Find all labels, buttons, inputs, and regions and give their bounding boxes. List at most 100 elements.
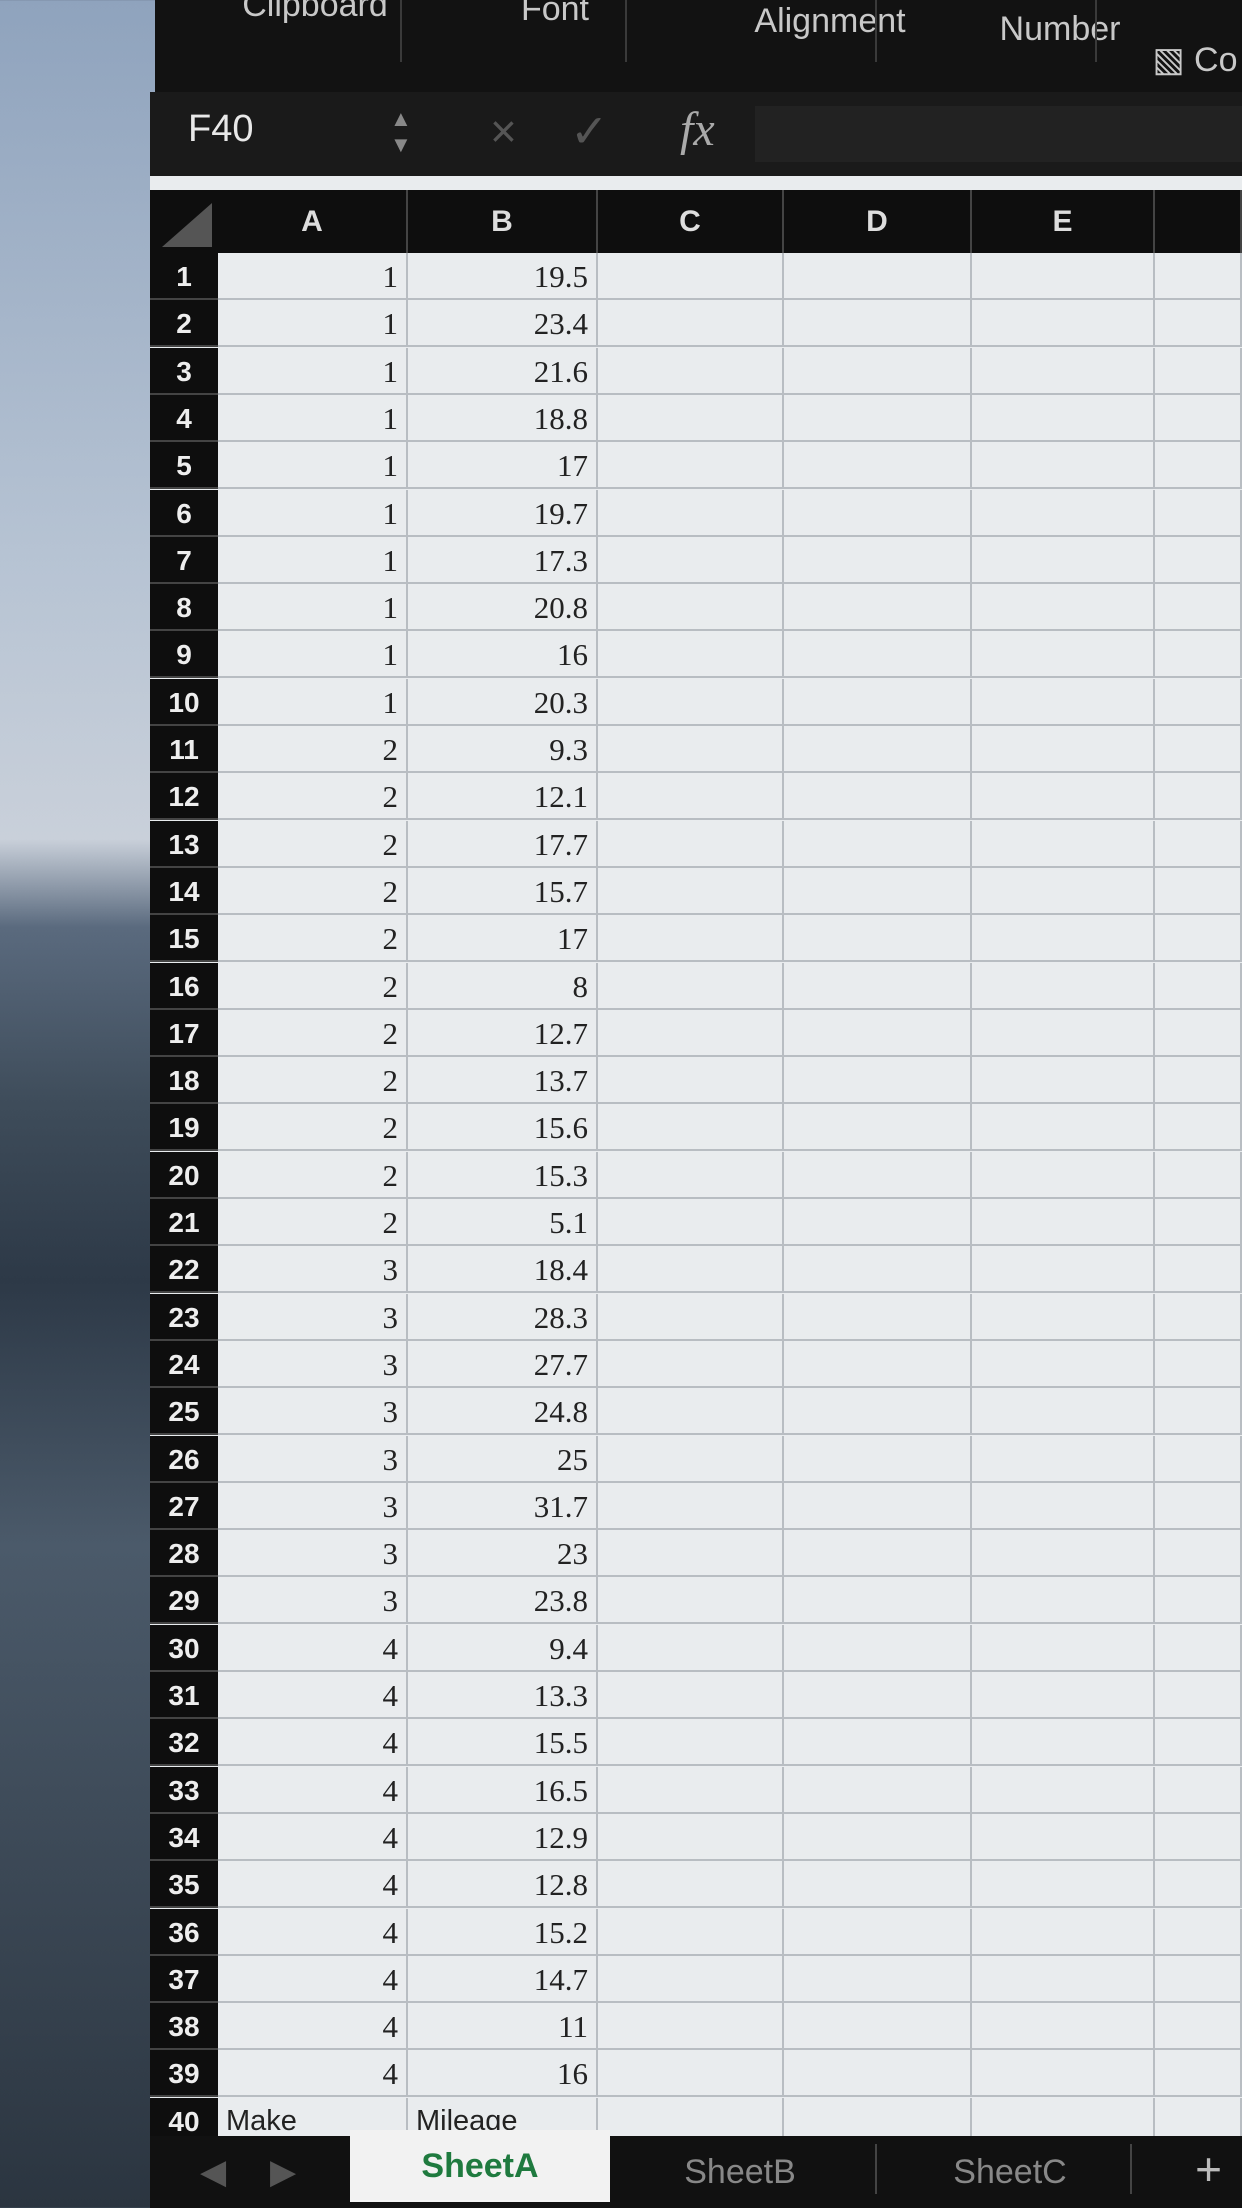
cell[interactable]	[972, 1482, 1155, 1530]
row-header[interactable]: 22	[150, 1246, 218, 1294]
cell[interactable]	[1155, 1151, 1242, 1199]
cell[interactable]	[598, 915, 784, 963]
tab-sheet-c[interactable]: SheetC	[880, 2136, 1140, 2208]
cell[interactable]	[1155, 1672, 1242, 1719]
cell[interactable]	[598, 1530, 784, 1578]
cell[interactable]	[1155, 489, 1242, 537]
cell[interactable]: 20.3	[408, 678, 598, 726]
cell[interactable]	[1155, 1009, 1242, 1057]
cell[interactable]: 3	[218, 1530, 408, 1578]
cell[interactable]	[784, 1766, 972, 1814]
row-header[interactable]: 14	[150, 867, 218, 915]
cell[interactable]	[598, 347, 784, 395]
cell[interactable]	[972, 1861, 1155, 1909]
cell[interactable]	[598, 1719, 784, 1767]
cell[interactable]	[972, 1766, 1155, 1814]
cell[interactable]	[1155, 631, 1242, 679]
cell[interactable]	[972, 678, 1155, 726]
cell[interactable]	[784, 1955, 972, 2003]
cell[interactable]	[598, 820, 784, 868]
cell[interactable]	[972, 1104, 1155, 1152]
cell[interactable]: 17	[408, 915, 598, 963]
cell[interactable]	[972, 1199, 1155, 1246]
cell[interactable]: 12.8	[408, 1861, 598, 1909]
cell[interactable]	[1155, 867, 1242, 915]
column-header-c[interactable]: C	[598, 190, 784, 253]
cell[interactable]	[1155, 1955, 1242, 2003]
row-header[interactable]: 19	[150, 1104, 218, 1152]
cell[interactable]	[784, 2050, 972, 2098]
row-header[interactable]: 18	[150, 1057, 218, 1105]
cell[interactable]	[972, 253, 1155, 300]
cell[interactable]: 31.7	[408, 1482, 598, 1530]
cell[interactable]: 13.3	[408, 1672, 598, 1719]
cell[interactable]	[972, 726, 1155, 773]
cell[interactable]	[1155, 1861, 1242, 1909]
cell[interactable]	[784, 442, 972, 490]
cell[interactable]	[784, 1530, 972, 1578]
cell[interactable]	[784, 915, 972, 963]
cell[interactable]	[972, 347, 1155, 395]
cell[interactable]	[972, 2003, 1155, 2051]
cell[interactable]: 28.3	[408, 1293, 598, 1341]
cell[interactable]	[972, 1624, 1155, 1672]
cell[interactable]	[1155, 678, 1242, 726]
row-header[interactable]: 31	[150, 1672, 218, 1719]
name-box[interactable]: F40	[188, 108, 253, 151]
cell[interactable]: 2	[218, 1199, 408, 1246]
cell[interactable]: 17.7	[408, 820, 598, 868]
cell[interactable]: 15.3	[408, 1151, 598, 1199]
cell[interactable]	[784, 1719, 972, 1767]
cell[interactable]: 3	[218, 1246, 408, 1294]
cell[interactable]	[972, 631, 1155, 679]
cell[interactable]	[1155, 253, 1242, 300]
cell[interactable]	[598, 631, 784, 679]
cell[interactable]	[784, 347, 972, 395]
row-header[interactable]: 32	[150, 1719, 218, 1767]
cell[interactable]	[784, 253, 972, 300]
tab-sheet-a[interactable]: SheetA	[350, 2130, 610, 2202]
row-header[interactable]: 35	[150, 1861, 218, 1909]
name-box-stepper[interactable]: ▲ ▼	[390, 106, 412, 158]
cell[interactable]	[1155, 1388, 1242, 1436]
cell[interactable]: 19.5	[408, 253, 598, 300]
cell[interactable]	[784, 1435, 972, 1483]
cell[interactable]	[1155, 1813, 1242, 1861]
cell[interactable]	[1155, 2003, 1242, 2051]
cell[interactable]	[1155, 726, 1242, 773]
cell[interactable]: 25	[408, 1435, 598, 1483]
cell[interactable]	[784, 1057, 972, 1105]
cell[interactable]	[598, 584, 784, 632]
cell[interactable]	[784, 1009, 972, 1057]
cell[interactable]: 3	[218, 1577, 408, 1625]
cell[interactable]	[972, 1009, 1155, 1057]
cell[interactable]	[972, 536, 1155, 584]
next-sheet-icon[interactable]: ▶	[270, 2152, 296, 2192]
cell[interactable]	[1155, 1908, 1242, 1956]
cell[interactable]	[1155, 1293, 1242, 1341]
cell[interactable]	[784, 1293, 972, 1341]
cell[interactable]: 2	[218, 1151, 408, 1199]
cell[interactable]: 17	[408, 442, 598, 490]
cell[interactable]	[972, 915, 1155, 963]
cell[interactable]	[598, 489, 784, 537]
cell[interactable]	[784, 1151, 972, 1199]
row-header[interactable]: 25	[150, 1388, 218, 1436]
cell[interactable]	[972, 1577, 1155, 1625]
cell[interactable]: 11	[408, 2003, 598, 2051]
cell[interactable]	[784, 1482, 972, 1530]
cell[interactable]	[598, 1199, 784, 1246]
row-header[interactable]: 34	[150, 1813, 218, 1861]
cell[interactable]	[598, 536, 784, 584]
cell[interactable]	[972, 1293, 1155, 1341]
row-header[interactable]: 7	[150, 536, 218, 584]
cell[interactable]	[972, 1672, 1155, 1719]
cell[interactable]: 4	[218, 1719, 408, 1767]
cell[interactable]	[784, 1199, 972, 1246]
cell[interactable]: 16.5	[408, 1766, 598, 1814]
cell[interactable]	[784, 1104, 972, 1152]
cell[interactable]	[598, 1672, 784, 1719]
cell[interactable]	[784, 726, 972, 773]
cell[interactable]	[1155, 394, 1242, 442]
cell[interactable]	[1155, 1246, 1242, 1294]
